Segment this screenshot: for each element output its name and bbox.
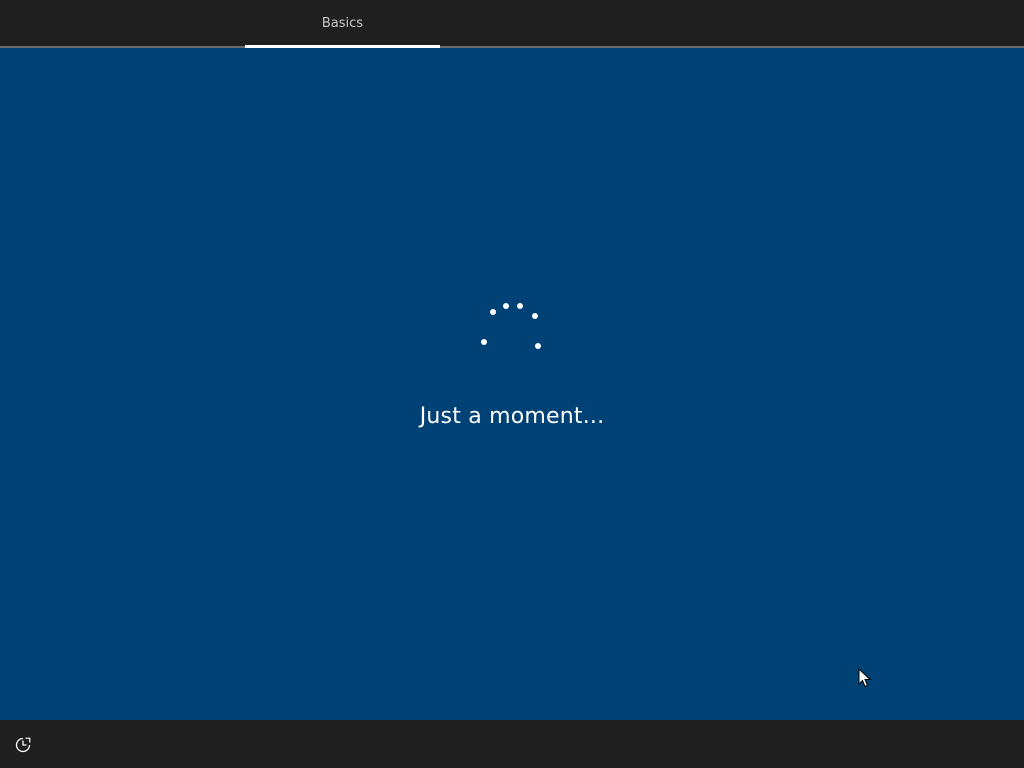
main-content: Just a moment... bbox=[0, 48, 1024, 720]
mouse-cursor-icon bbox=[858, 668, 872, 688]
spinner-dot bbox=[490, 309, 496, 315]
ease-of-access-icon bbox=[15, 737, 31, 753]
bottom-bar bbox=[0, 720, 1024, 768]
tab-basics[interactable]: Basics bbox=[245, 0, 440, 46]
spinner-dot bbox=[535, 343, 541, 349]
spinner-dot bbox=[517, 303, 523, 309]
ease-of-access-button[interactable] bbox=[10, 732, 36, 758]
tab-basics-label: Basics bbox=[321, 15, 364, 31]
status-text: Just a moment... bbox=[419, 404, 605, 429]
spinner-dot bbox=[481, 339, 487, 345]
loading-spinner-icon bbox=[481, 303, 541, 349]
top-bar: Basics bbox=[0, 0, 1024, 48]
spinner-dot bbox=[532, 313, 538, 319]
spinner-dot bbox=[503, 303, 509, 309]
